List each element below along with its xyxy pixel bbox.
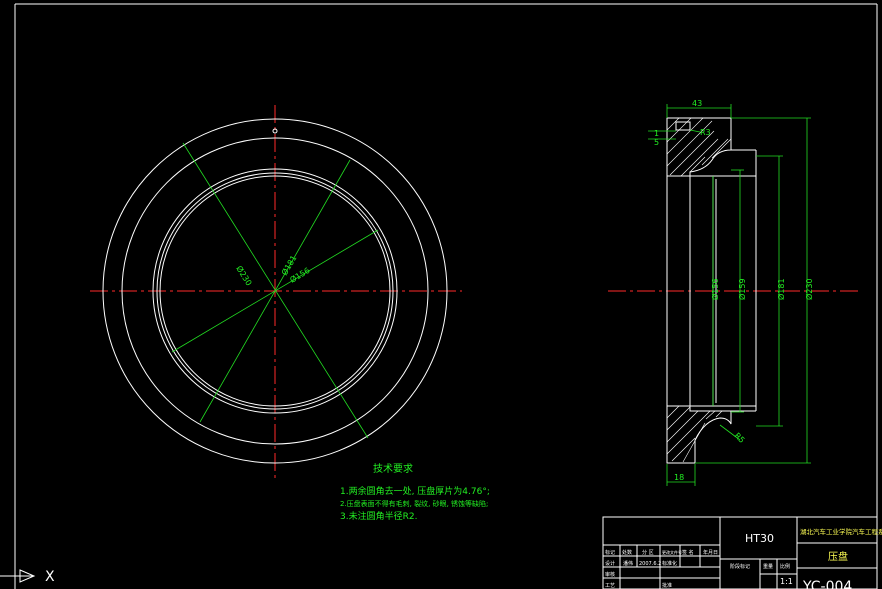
approve-label: 批准	[662, 582, 672, 589]
section-bottom-profile	[666, 405, 732, 464]
row-label-mark: 标记	[605, 549, 615, 556]
dim-small-a: 1	[654, 129, 659, 138]
dim-small-b: 5	[654, 138, 659, 147]
row-label-sign: 签 名	[682, 549, 694, 556]
front-view: Ø230 Ø181 Ø156	[90, 105, 462, 478]
design-name: 潘伟	[623, 560, 633, 567]
title-block: HT30 湖北汽车工业学院汽车工程系 压盘 YC-004 1:1 标记 处数 分…	[602, 516, 882, 589]
front-dim-230: Ø230	[234, 264, 254, 288]
stage-label: 阶段标记	[730, 563, 750, 570]
dim-r5: R5	[733, 431, 747, 445]
section-top-profile	[666, 117, 732, 177]
dim-d181: Ø181	[776, 278, 786, 300]
cad-drawing: Ø230 Ø181 Ø156 43 18 R3 R5 1 5 Ø156 Ø159…	[0, 3, 882, 589]
weight-label: 重量	[763, 563, 773, 570]
part-name: 压盘	[828, 550, 848, 563]
scale-value: 1:1	[780, 577, 793, 586]
institution: 湖北汽车工业学院汽车工程系	[800, 527, 882, 536]
tech-req-item-3: 3.未注圆角半径R2.	[340, 510, 417, 522]
ucs-x-label: X	[45, 569, 55, 585]
std-label: 标准化	[662, 560, 677, 567]
tech-req-item-1: 1.两余圆角去一处, 压盘厚片为4.76°;	[340, 485, 490, 497]
dim-d159: Ø159	[737, 278, 747, 300]
row-label-count: 处数	[622, 549, 632, 556]
process-label: 工艺	[605, 583, 615, 589]
row-label-date: 年月日	[703, 549, 718, 556]
row-label-change: 更改文件号	[662, 549, 682, 555]
row-label-zone: 分 区	[642, 549, 654, 556]
technical-requirements: 技术要求 1.两余圆角去一处, 压盘厚片为4.76°; 2.压盘表面不得有毛刺,…	[340, 462, 490, 522]
tech-req-title: 技术要求	[373, 462, 413, 475]
section-dimensions: 43 18 R3 R5 1 5 Ø156 Ø159 Ø181 Ø230	[648, 99, 814, 486]
tech-req-item-2: 2.压盘表面不得有毛刺, 裂纹, 砂眼, 锈蚀等缺陷;	[340, 499, 488, 508]
design-date: 2007.6.2	[639, 561, 661, 567]
ratio-label: 比例	[780, 563, 790, 570]
dim-leader-156	[171, 229, 379, 353]
dim-r3: R3	[700, 128, 711, 137]
dim-d156: Ø156	[710, 278, 720, 300]
ucs-icon: X	[0, 569, 55, 585]
audit-label: 审核	[605, 571, 615, 578]
dim-width-43: 43	[692, 99, 702, 108]
dim-width-18: 18	[674, 473, 684, 482]
material: HT30	[745, 532, 774, 545]
design-label: 设计	[605, 560, 615, 567]
section-view: 43 18 R3 R5 1 5 Ø156 Ø159 Ø181 Ø230	[608, 99, 862, 486]
dim-d230: Ø230	[804, 278, 814, 300]
drawing-number: YC-004	[802, 579, 852, 589]
